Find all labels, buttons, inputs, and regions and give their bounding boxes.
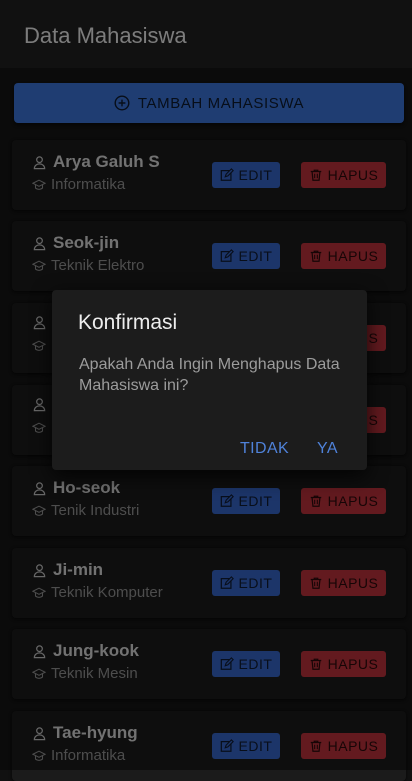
confirm-button[interactable]: YA — [317, 440, 338, 458]
dialog-title: Konfirmasi — [78, 311, 178, 334]
cancel-button[interactable]: TIDAK — [240, 440, 289, 458]
confirm-delete-dialog: Konfirmasi Apakah Anda Ingin Menghapus D… — [52, 290, 367, 470]
dialog-message: Apakah Anda Ingin Menghapus Data Mahasis… — [79, 356, 340, 394]
